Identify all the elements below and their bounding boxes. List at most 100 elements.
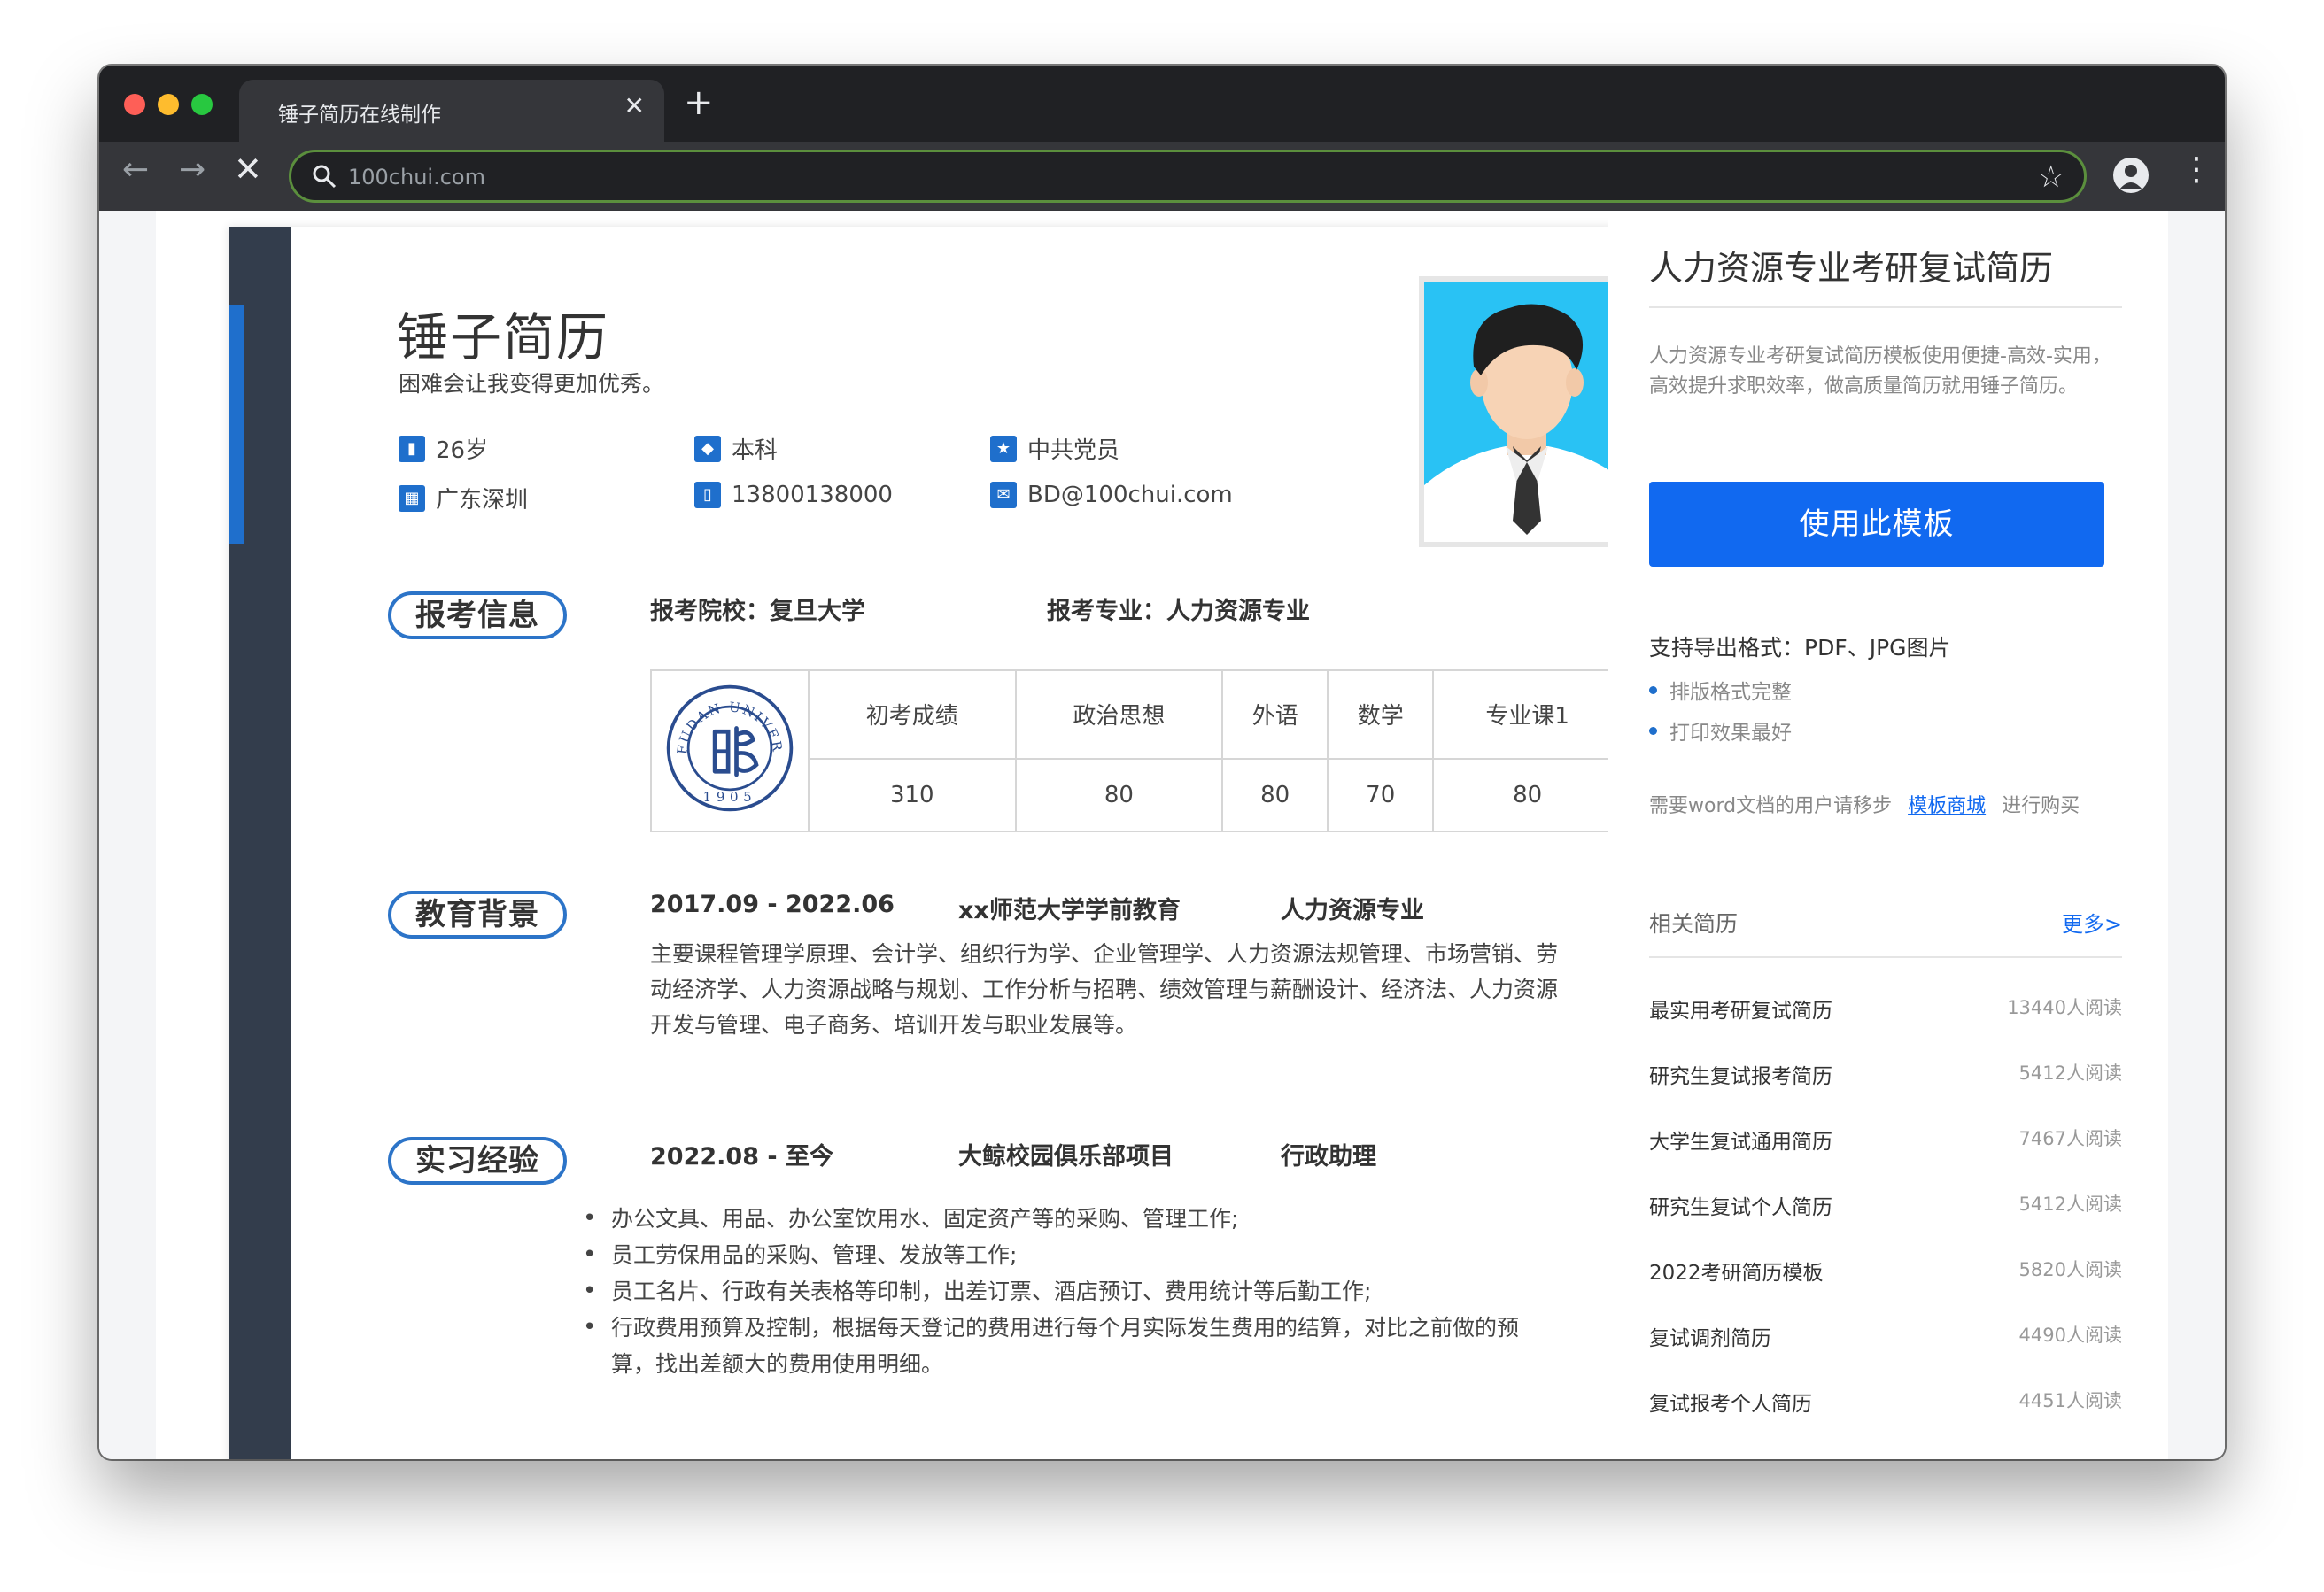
- related-resume-item[interactable]: 大学生复试通用简历 7467人阅读: [1649, 1124, 2122, 1160]
- use-template-button[interactable]: 使用此模板: [1649, 482, 2104, 567]
- template-title: 人力资源专业考研复试简历: [1649, 249, 2054, 288]
- more-menu-icon[interactable]: ⋮: [2181, 154, 2212, 186]
- url-text[interactable]: 100chui.com: [348, 165, 485, 189]
- info-email: ✉ BD@100chui.com: [990, 482, 1233, 508]
- politics-text: 中共党员: [1027, 437, 1120, 464]
- bookmark-star-icon[interactable]: ☆: [2038, 159, 2064, 195]
- degree-text: 本科: [732, 437, 779, 464]
- stop-loading-icon[interactable]: ✕: [234, 152, 262, 186]
- duty-item: 员工名片、行政有关表格等印制，出差订票、酒店预订、费用统计等后勤工作;: [577, 1273, 1561, 1310]
- exam-major: 报考专业：人力资源专业: [1047, 598, 1310, 625]
- feature-text: 打印效果最好: [1669, 722, 1792, 745]
- resume-preview-pane: 锤子简历 困难会让我变得更加优秀。 ▮ 26岁 ◆ 本科 ★ 中共党员 ▦ 广东…: [156, 211, 1635, 1459]
- related-label: 相关简历: [1649, 911, 1739, 937]
- score-table: FUDAN UNIVERSITY 1905 初考成绩 政治思想 外语 数学 专业…: [650, 669, 1623, 833]
- section-badge-internship: 实习经验: [388, 1137, 567, 1185]
- feature-item: 打印效果最好: [1649, 715, 1792, 746]
- related-resume-item[interactable]: 复试调剂简历 4490人阅读: [1649, 1321, 2122, 1356]
- score-header-3: 数学: [1327, 669, 1435, 760]
- profile-avatar-icon[interactable]: [2113, 158, 2149, 193]
- related-name[interactable]: 研究生复试报考简历: [1649, 1059, 1832, 1089]
- browser-toolbar: ← → ✕ 100chui.com ☆ ⋮: [99, 142, 2225, 211]
- email-text: BD@100chui.com: [1027, 482, 1233, 508]
- related-reads: 5412人阅读: [2018, 1194, 2122, 1215]
- info-age: ▮ 26岁: [399, 432, 488, 465]
- forward-arrow-icon[interactable]: →: [179, 154, 205, 186]
- maximize-window-button[interactable]: [191, 94, 213, 115]
- related-name[interactable]: 研究生复试个人简历: [1649, 1190, 1832, 1220]
- close-window-button[interactable]: [124, 94, 145, 115]
- related-name[interactable]: 复试调剂简历: [1649, 1321, 1771, 1351]
- related-name[interactable]: 最实用考研复试简历: [1649, 993, 1832, 1024]
- tab-title: 锤子简历在线制作: [278, 104, 441, 127]
- related-reads: 4451人阅读: [2018, 1390, 2122, 1411]
- score-value-4: 80: [1432, 757, 1623, 833]
- related-name[interactable]: 大学生复试通用简历: [1649, 1124, 1832, 1155]
- resume-rail-accent: [229, 305, 244, 544]
- bullet-dot-icon: [1649, 685, 1657, 694]
- degree-icon: ◆: [694, 435, 721, 462]
- related-resume-item[interactable]: 复试报考个人简历 4451人阅读: [1649, 1387, 2122, 1422]
- word-notice: 需要word文档的用户请移步 模板商城 进行购买: [1649, 790, 2080, 818]
- active-tab[interactable]: 锤子简历在线制作 ✕: [239, 80, 664, 142]
- related-resume-item[interactable]: 2022考研简历模板 5820人阅读: [1649, 1256, 2122, 1291]
- tab-close-icon[interactable]: ✕: [624, 94, 645, 119]
- location-text: 广东深圳: [436, 487, 529, 514]
- related-reads: 13440人阅读: [2007, 997, 2122, 1018]
- score-header-2: 外语: [1221, 669, 1329, 760]
- feature-text: 排版格式完整: [1669, 681, 1792, 704]
- phone-text: 13800138000: [732, 482, 893, 508]
- related-reads: 5820人阅读: [2018, 1259, 2122, 1280]
- more-link[interactable]: 更多>: [2062, 907, 2122, 938]
- search-icon: [313, 165, 337, 189]
- internship-role: 行政助理: [1281, 1143, 1376, 1171]
- score-value-2: 80: [1221, 757, 1329, 833]
- export-formats: 支持导出格式：PDF、JPG图片: [1649, 635, 1951, 661]
- age-text: 26岁: [436, 437, 489, 464]
- related-resume-item[interactable]: 研究生复试报考简历 5412人阅读: [1649, 1059, 2122, 1094]
- section-badge-exam: 报考信息: [388, 591, 567, 639]
- fudan-logo-icon: FUDAN UNIVERSITY 1905: [657, 669, 794, 811]
- info-politics: ★ 中共党员: [990, 432, 1119, 465]
- minimize-window-button[interactable]: [158, 94, 179, 115]
- education-school: xx师范大学学前教育: [958, 897, 1181, 924]
- template-store-link[interactable]: 模板商城: [1908, 795, 1986, 817]
- related-reads: 5412人阅读: [2018, 1063, 2122, 1084]
- resume-motto: 困难会让我变得更加优秀。: [399, 371, 665, 397]
- info-location: ▦ 广东深圳: [399, 482, 528, 514]
- score-value-3: 70: [1327, 757, 1435, 833]
- duty-item: 员工劳保用品的采购、管理、发放等工作;: [577, 1237, 1561, 1273]
- related-resume-item[interactable]: 研究生复试个人简历 5412人阅读: [1649, 1190, 2122, 1225]
- logo-text: FUDAN UNIVERSITY: [657, 669, 784, 755]
- svg-text:FUDAN UNIVERSITY: FUDAN UNIVERSITY: [663, 682, 786, 755]
- education-courses: 主要课程管理学原理、会计学、组织行为学、企业管理学、人力资源法规管理、市场营销、…: [650, 937, 1633, 1043]
- related-name[interactable]: 2022考研简历模板: [1649, 1256, 1824, 1286]
- related-resume-item[interactable]: 最实用考研复试简历 13440人阅读: [1649, 993, 2122, 1029]
- score-value-0: 310: [808, 757, 1017, 833]
- score-header-0: 初考成绩: [808, 669, 1017, 760]
- related-name[interactable]: 复试报考个人简历: [1649, 1387, 1812, 1417]
- page-viewport: 锤子简历 困难会让我变得更加优秀。 ▮ 26岁 ◆ 本科 ★ 中共党员 ▦ 广东…: [99, 211, 2225, 1459]
- info-degree: ◆ 本科: [694, 432, 778, 465]
- new-tab-button[interactable]: +: [684, 85, 714, 120]
- back-arrow-icon[interactable]: ←: [122, 154, 149, 186]
- browser-window: 锤子简历在线制作 ✕ + ← → ✕ 100chui.com ☆ ⋮ 锤子简历 …: [99, 66, 2225, 1459]
- building-icon: ▦: [399, 484, 425, 512]
- template-description: 人力资源专业考研复试简历模板使用便捷-高效-实用，高效提升求职效率，做高质量简历…: [1649, 345, 2111, 398]
- education-line-1: 动经济学、人力资源战略与规划、工作分析与招聘、绩效管理与薪酬设计、经济法、人力资…: [650, 977, 1559, 1002]
- education-period: 2017.09 - 2022.06: [650, 891, 895, 918]
- score-header-4: 专业课1: [1432, 669, 1623, 760]
- tab-bar: 锤子简历在线制作 ✕ +: [99, 66, 2225, 142]
- score-value-1: 80: [1014, 757, 1224, 833]
- internship-duties: 办公文具、用品、办公室饮用水、固定资产等的采购、管理工作; 员工劳保用品的采购、…: [577, 1201, 1561, 1382]
- exam-school: 报考院校：复旦大学: [650, 598, 865, 625]
- address-bar[interactable]: 100chui.com ☆: [289, 150, 2087, 203]
- word-prefix: 需要word文档的用户请移步: [1649, 795, 1893, 817]
- divider: [1649, 306, 2122, 308]
- resume-name: 锤子简历: [397, 307, 610, 367]
- score-header-1: 政治思想: [1014, 669, 1224, 760]
- internship-org: 大鲸校园俱乐部项目: [958, 1143, 1174, 1171]
- related-reads: 7467人阅读: [2018, 1128, 2122, 1149]
- feature-item: 排版格式完整: [1649, 675, 1792, 705]
- logo-year: 1905: [703, 789, 757, 805]
